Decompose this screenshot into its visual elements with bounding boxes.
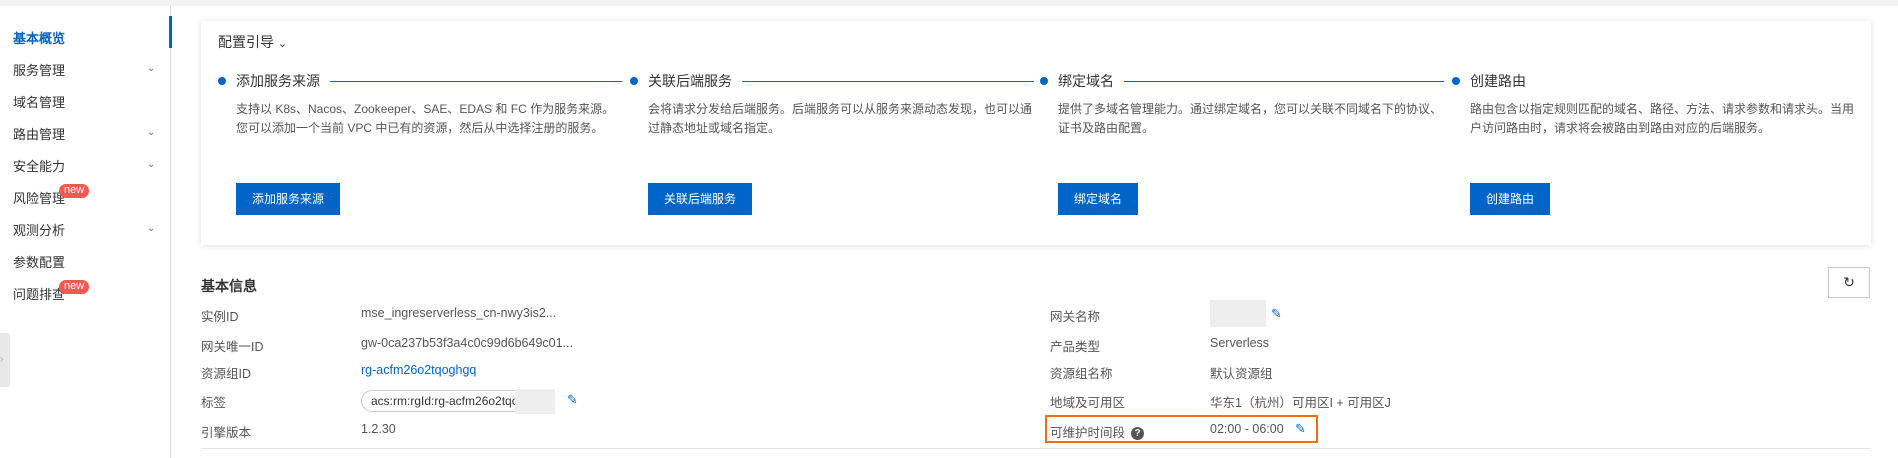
divider	[201, 448, 1871, 449]
chevron-down-icon[interactable]: ⌄	[147, 159, 155, 170]
step-description: 会将请求分发给后端服务。后端服务可以从服务来源动态发现，也可以通过静态地址或域名…	[648, 102, 1033, 135]
sidebar-collapse-toggle[interactable]: ›	[0, 333, 10, 387]
label-region-zone: 地域及可用区	[1050, 396, 1126, 410]
label-product-type: 产品类型	[1050, 340, 1101, 354]
active-indicator	[169, 16, 172, 48]
step-description: 提供了多域名管理能力。通过绑定域名，您可以关联不同域名下的协议、证书及路由配置。	[1058, 102, 1443, 135]
redacted-block	[515, 389, 555, 414]
label-resource-group-name: 资源组名称	[1050, 367, 1113, 381]
create-route-button[interactable]: 创建路由	[1470, 183, 1551, 215]
step-description: 路由包含以指定规则匹配的域名、路径、方法、请求参数和请求头。当用户访问路由时，请…	[1470, 102, 1855, 135]
chevron-down-icon[interactable]: ⌄	[147, 63, 155, 74]
new-badge: new	[59, 280, 90, 294]
basic-info-title: 基本信息	[201, 278, 257, 294]
value-instance-id: mse_ingreserverless_cn-nwy3is2...	[361, 306, 557, 320]
sidebar-item-security[interactable]: 安全能力	[13, 157, 65, 177]
sidebar-item-troubleshooting[interactable]: 问题排查	[13, 285, 65, 305]
edit-tags-icon[interactable]: ✎	[567, 392, 578, 408]
value-engine-version: 1.2.30	[361, 422, 396, 436]
resource-group-id-link[interactable]: rg-acfm26o2tqoghgq	[361, 363, 476, 377]
add-service-source-button[interactable]: 添加服务来源	[236, 183, 341, 215]
label-resource-group-id: 资源组ID	[201, 367, 252, 381]
label-engine-version: 引擎版本	[201, 426, 252, 440]
step-connector	[330, 81, 622, 82]
label-gateway-name: 网关名称	[1050, 310, 1101, 324]
label-instance-id: 实例ID	[201, 310, 239, 324]
sidebar-item-service-management[interactable]: 服务管理	[13, 61, 65, 81]
edit-gateway-name-icon[interactable]: ✎	[1271, 306, 1282, 322]
config-guide-toggle[interactable]: 配置引导 ⌄	[218, 32, 287, 52]
sidebar-item-risk-management[interactable]: 风险管理	[13, 189, 65, 209]
sidebar-item-parameters[interactable]: 参数配置	[13, 253, 65, 273]
redacted-gateway-name	[1210, 300, 1266, 327]
link-backend-service-button[interactable]: 关联后端服务	[648, 183, 753, 215]
step-dot-icon	[218, 77, 226, 85]
label-gateway-id: 网关唯一ID	[201, 340, 264, 354]
new-badge: new	[59, 184, 90, 198]
chevron-down-icon[interactable]: ⌄	[147, 223, 155, 234]
step-connector	[742, 81, 1034, 82]
bind-domain-button[interactable]: 绑定域名	[1058, 183, 1139, 215]
step-dot-icon	[1040, 77, 1048, 85]
refresh-icon: ↻	[1843, 274, 1855, 290]
value-gateway-id: gw-0ca237b53f3a4c0c99d6b649c01...	[361, 336, 573, 350]
step-connector	[1124, 81, 1444, 82]
step-description: 支持以 K8s、Nacos、Zookeeper、SAE、EDAS 和 FC 作为…	[236, 102, 615, 135]
label-tags: 标签	[201, 396, 227, 410]
value-region-zone: 华东1（杭州）可用区I + 可用区J	[1210, 396, 1391, 410]
sidebar-item-route-management[interactable]: 路由管理	[13, 125, 65, 145]
value-resource-group-name: 默认资源组	[1210, 367, 1273, 381]
sidebar: 基本概览 服务管理 ⌄ 域名管理 路由管理 ⌄ 安全能力 ⌄ 风险管理 new …	[0, 6, 172, 458]
chevron-down-icon: ⌄	[277, 38, 288, 50]
config-guide-title: 配置引导	[218, 34, 274, 50]
chevron-down-icon[interactable]: ⌄	[147, 127, 155, 138]
refresh-button[interactable]: ↻	[1828, 267, 1870, 298]
sidebar-item-overview[interactable]: 基本概览	[13, 29, 65, 49]
value-product-type: Serverless	[1210, 336, 1270, 350]
top-bar	[0, 0, 1898, 6]
step-dot-icon	[630, 77, 638, 85]
highlight-box	[1045, 415, 1318, 443]
step-name: 添加服务来源	[236, 73, 320, 89]
step-name: 关联后端服务	[648, 73, 732, 89]
sidebar-item-domain-management[interactable]: 域名管理	[13, 93, 65, 113]
step-name: 创建路由	[1470, 73, 1526, 89]
step-name: 绑定域名	[1058, 73, 1114, 89]
sidebar-item-observability[interactable]: 观测分析	[13, 221, 65, 241]
step-dot-icon	[1452, 77, 1460, 85]
